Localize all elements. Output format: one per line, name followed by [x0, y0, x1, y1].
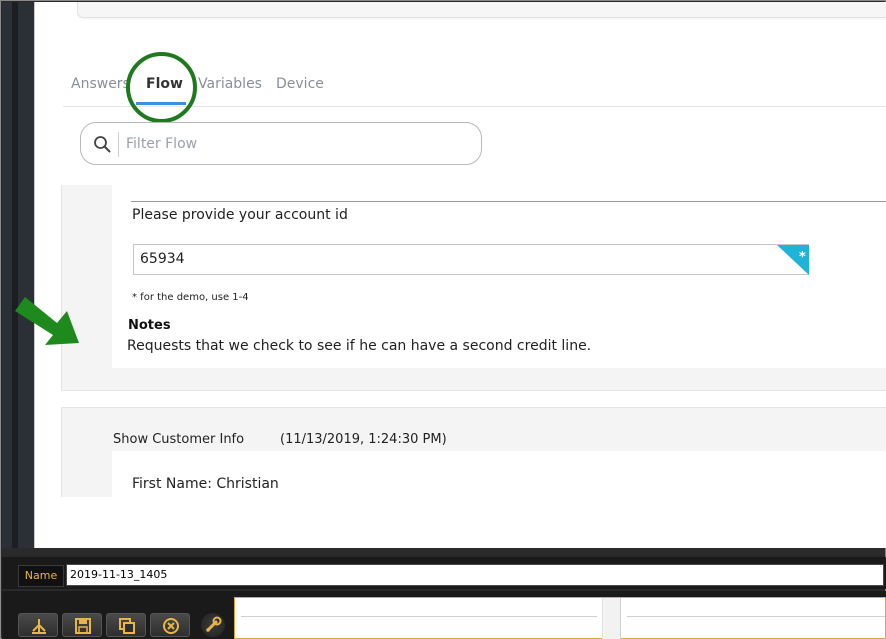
name-label: Name: [18, 565, 64, 587]
filter-flow-search: [80, 122, 482, 165]
tab-flow[interactable]: Flow: [146, 76, 183, 92]
main-panel: Answers Flow Variables Device Please pro…: [34, 2, 886, 548]
step-title: Show Customer Info: [113, 432, 245, 447]
search-divider: [118, 132, 119, 157]
preview-pane: [234, 597, 886, 639]
preview-column: [235, 598, 603, 639]
step-timestamp: (11/13/2019, 1:24:30 PM): [280, 432, 447, 447]
filter-flow-input[interactable]: [126, 133, 466, 155]
divider: [627, 616, 885, 617]
tab-device[interactable]: Device: [276, 76, 324, 92]
bottom-toolbar: [2, 591, 886, 639]
tab-bar: Answers Flow Variables Device: [63, 62, 886, 107]
first-name-text: First Name: Christian: [132, 476, 279, 492]
save-icon: [75, 618, 91, 634]
save-button[interactable]: [62, 613, 102, 637]
required-mark: *: [799, 250, 806, 265]
account-id-field[interactable]: 65934: [133, 244, 809, 275]
notes-label: Notes: [128, 318, 171, 333]
notes-text: Requests that we check to see if he can …: [127, 338, 592, 354]
step-prompt: Please provide your account id: [132, 207, 348, 223]
preview-splitter[interactable]: [603, 598, 621, 639]
copy-icon: [119, 618, 135, 634]
flow-tree-icon: [32, 619, 46, 634]
tab-variables[interactable]: Variables: [198, 76, 262, 92]
application-window: Answers Flow Variables Device Please pro…: [0, 0, 886, 639]
divider: [241, 616, 597, 617]
left-rail: [2, 2, 34, 548]
flow-tree-button[interactable]: [18, 613, 58, 637]
hint-text: * for the demo, use 1-4: [132, 292, 249, 303]
required-marker-icon: *: [777, 245, 809, 275]
name-bar: Name 2019-11-13_1405: [2, 557, 886, 589]
flow-step-card: Show Customer Info (11/13/2019, 1:24:30 …: [61, 407, 886, 498]
active-tab-indicator: [136, 102, 186, 105]
flow-step-card: Please provide your account id 65934 * *…: [61, 185, 886, 391]
arrow-annotation-icon: [15, 297, 79, 345]
tab-answers[interactable]: Answers: [71, 76, 130, 92]
name-input[interactable]: 2019-11-13_1405: [66, 564, 884, 586]
cancel-button[interactable]: [150, 613, 190, 637]
search-icon[interactable]: [93, 135, 111, 153]
copy-button[interactable]: [106, 613, 146, 637]
previous-card-edge: [77, 2, 886, 18]
divider: [131, 201, 886, 202]
cancel-circle-icon: [163, 618, 179, 634]
settings-button[interactable]: [201, 613, 225, 637]
wrench-icon: [206, 616, 222, 632]
